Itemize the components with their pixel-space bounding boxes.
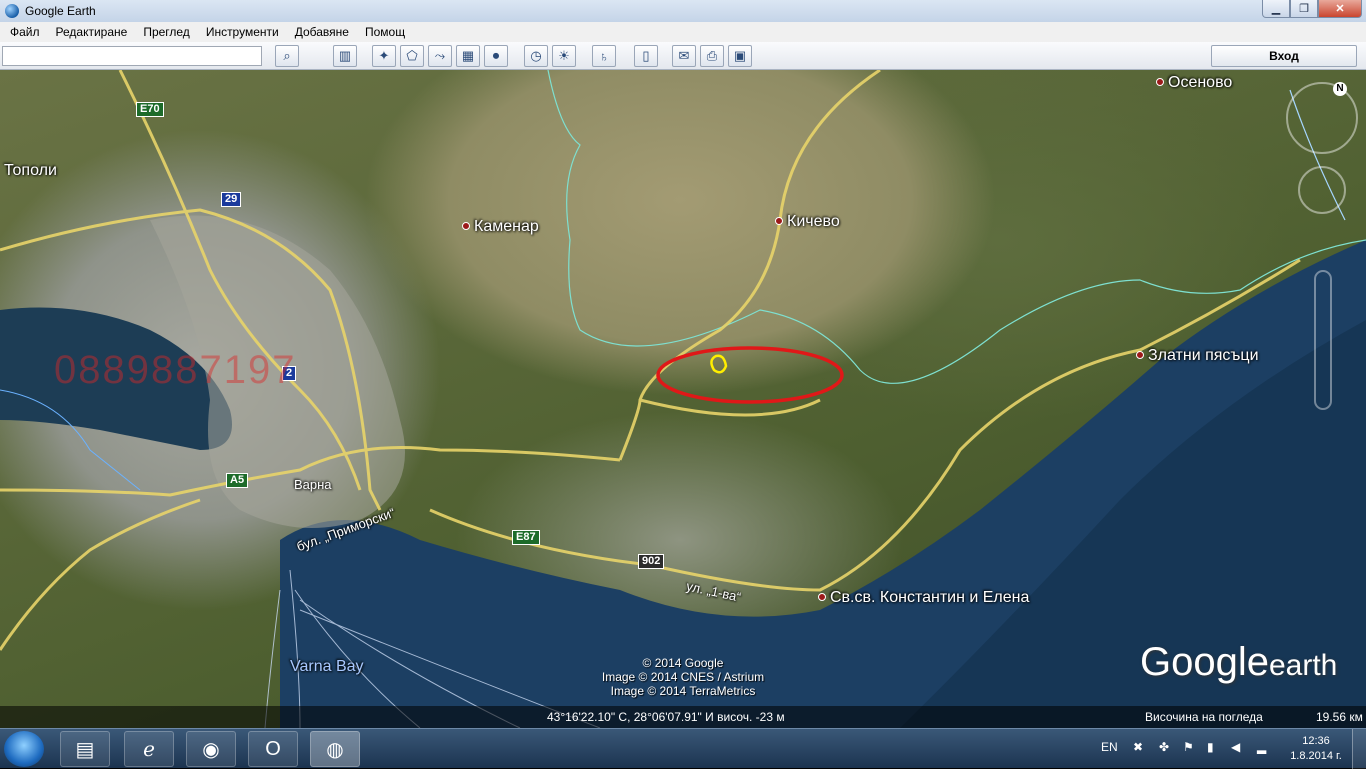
- switch-planet-button[interactable]: ♄: [592, 45, 616, 67]
- explorer-taskbar-icon[interactable]: ▤: [60, 731, 110, 767]
- place-kichevo[interactable]: Кичево: [775, 213, 840, 231]
- clock-date: 1.8.2014 г.: [1290, 750, 1342, 762]
- map-view[interactable]: Осеново Тополи Каменар Кичево Златни пяс…: [0, 70, 1366, 728]
- tray-power-icon[interactable]: ▮: [1207, 740, 1214, 754]
- add-polygon-button[interactable]: ⬠: [400, 45, 424, 67]
- eye-altitude-label: Височина на погледа: [1145, 710, 1263, 724]
- tray-network-icon[interactable]: ✖: [1133, 740, 1143, 754]
- menu-help[interactable]: Помощ: [357, 25, 413, 39]
- maximize-button[interactable]: ❐: [1290, 0, 1318, 18]
- look-joystick[interactable]: [1286, 82, 1358, 154]
- place-topoli[interactable]: Тополи: [4, 162, 57, 180]
- tray-signal-icon[interactable]: ▂: [1257, 740, 1266, 754]
- show-desktop-button[interactable]: [1352, 729, 1366, 769]
- shield-902: 902: [638, 554, 665, 569]
- place-varna-bay[interactable]: Varna Bay: [290, 658, 364, 676]
- shield-29: 29: [221, 192, 242, 207]
- menu-bar: Файл Редактиране Преглед Инструменти Доб…: [0, 22, 1366, 42]
- title-bar: Google Earth ▁ ❐ ✕: [0, 0, 1366, 22]
- firefox-taskbar-icon[interactable]: ◉: [186, 731, 236, 767]
- compass-north-button[interactable]: N: [1333, 82, 1347, 96]
- menu-tools[interactable]: Инструменти: [198, 25, 287, 39]
- toolbar: ⌕ ▥ ✦ ⬠ ⤳ ▦ ⏺ ◷ ☀ ♄ ▯ ✉ ⎙ ▣ Вход: [0, 42, 1366, 70]
- opera-taskbar-icon[interactable]: O: [248, 731, 298, 767]
- shield-e87: E87: [512, 530, 540, 545]
- window-title: Google Earth: [25, 4, 96, 18]
- sunlight-button[interactable]: ☀: [552, 45, 576, 67]
- google-earth-logo: Googleearth: [1140, 640, 1338, 684]
- sidebar-toggle-button[interactable]: ▥: [333, 45, 357, 67]
- phone-watermark: 0889887197: [54, 348, 297, 392]
- tray-app-icon[interactable]: ✤: [1159, 740, 1169, 754]
- annotation-ellipse: [656, 346, 844, 404]
- place-sv-konstantin[interactable]: Св.св. Константин и Елена: [818, 589, 1029, 607]
- record-tour-button[interactable]: ⏺: [484, 45, 508, 67]
- print-button[interactable]: ⎙: [700, 45, 724, 67]
- place-marker-icon: [1136, 351, 1144, 359]
- shield-e70: E70: [136, 102, 164, 117]
- google-earth-window: Google Earth ▁ ❐ ✕ Файл Редактиране Прег…: [0, 0, 1366, 769]
- search-button[interactable]: ⌕: [275, 45, 299, 67]
- place-zlatni-pyasatsi[interactable]: Златни пясъци: [1136, 347, 1259, 365]
- place-osenovo[interactable]: Осеново: [1156, 74, 1232, 92]
- map-overlay-graphics: [0, 70, 1366, 728]
- menu-add[interactable]: Добавяне: [287, 25, 357, 39]
- search-input[interactable]: [2, 46, 262, 66]
- eye-altitude-value: 19.56 км: [1316, 710, 1363, 724]
- ruler-button[interactable]: ▯: [634, 45, 658, 67]
- move-joystick[interactable]: [1298, 166, 1346, 214]
- place-varna[interactable]: Варна: [294, 477, 332, 492]
- tray-volume-icon[interactable]: ◀: [1231, 740, 1240, 754]
- pointer-coordinates: 43°16'22.10" С, 28°06'07.91" И височ. -2…: [547, 710, 785, 724]
- place-marker-icon: [775, 217, 783, 225]
- add-overlay-button[interactable]: ▦: [456, 45, 480, 67]
- internet-explorer-taskbar-icon[interactable]: ℯ: [124, 731, 174, 767]
- clock-time: 12:36: [1302, 735, 1330, 747]
- shield-a5: A5: [226, 473, 249, 488]
- system-clock[interactable]: 12:36 1.8.2014 г.: [1286, 734, 1346, 764]
- place-marker-icon: [818, 593, 826, 601]
- menu-file[interactable]: Файл: [2, 25, 48, 39]
- add-path-button[interactable]: ⤳: [428, 45, 452, 67]
- place-marker-icon: [462, 222, 470, 230]
- status-bar: 43°16'22.10" С, 28°06'07.91" И височ. -2…: [0, 706, 1366, 728]
- login-button[interactable]: Вход: [1211, 45, 1357, 67]
- menu-view[interactable]: Преглед: [135, 25, 198, 39]
- menu-edit[interactable]: Редактиране: [48, 25, 136, 39]
- place-marker-icon: [1156, 78, 1164, 86]
- zoom-slider[interactable]: [1314, 270, 1332, 410]
- add-placemark-button[interactable]: ✦: [372, 45, 396, 67]
- minimize-button[interactable]: ▁: [1262, 0, 1290, 18]
- save-image-button[interactable]: ▣: [728, 45, 752, 67]
- language-indicator[interactable]: EN: [1101, 740, 1118, 754]
- historical-imagery-button[interactable]: ◷: [524, 45, 548, 67]
- tray-flag-icon[interactable]: ⚑: [1183, 740, 1194, 754]
- annotation-mark: [710, 354, 728, 374]
- google-earth-icon: [5, 4, 19, 18]
- email-button[interactable]: ✉: [672, 45, 696, 67]
- close-button[interactable]: ✕: [1318, 0, 1362, 18]
- google-earth-taskbar-icon[interactable]: ◍: [310, 731, 360, 767]
- start-button[interactable]: [4, 731, 44, 767]
- windows-taskbar: ▤ ℯ ◉ O ◍ EN ✖ ✤ ⚑ ▮ ◀ ▂ 12:36 1.8.2014 …: [0, 728, 1366, 769]
- imagery-copyright: © 2014 Google Image © 2014 CNES / Astriu…: [601, 656, 765, 698]
- place-kamenar[interactable]: Каменар: [462, 218, 539, 236]
